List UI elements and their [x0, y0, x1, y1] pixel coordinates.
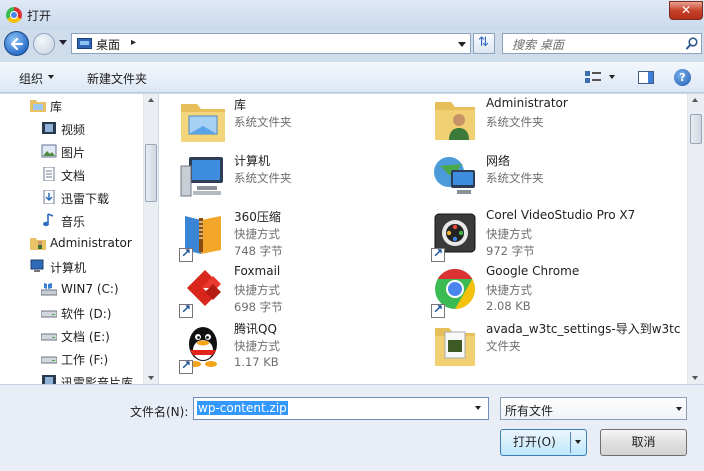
nav-scroll-thumb[interactable] [145, 144, 157, 202]
preview-pane-icon[interactable] [638, 71, 654, 84]
view-options-icon[interactable] [585, 71, 601, 84]
new-folder-button[interactable]: 新建文件夹 [87, 70, 147, 87]
file-item-google-chrome[interactable]: Google Chrome 快捷方式 2.08 KB [431, 262, 687, 318]
cancel-button[interactable]: 取消 [600, 429, 687, 456]
file-list: 库 系统文件夹 Administrator 系统文件夹 计算机 系统文件夹 网络… [159, 94, 687, 384]
shortcut-arrow-icon [431, 246, 445, 262]
desktop-icon [77, 38, 92, 49]
drive-icon [41, 333, 57, 341]
organize-button[interactable]: 组织 [19, 70, 43, 87]
network-icon [434, 157, 475, 194]
drive-icon [41, 310, 57, 318]
nav-scrollbar[interactable] [143, 94, 158, 384]
filetype-select[interactable]: 所有文件 [500, 397, 687, 420]
breadcrumb-chevron-icon[interactable]: ▸ [131, 37, 136, 48]
chrome-icon [6, 7, 22, 23]
system-drive-icon [41, 283, 57, 296]
open-button[interactable]: 打开(O) [500, 429, 587, 456]
view-dropdown-icon[interactable] [609, 75, 615, 79]
search-placeholder: 搜索 桌面 [512, 38, 564, 52]
file-item-avada-w3tc-settings[interactable]: avada_w3tc_settings-导入到w3tc 文件夹 [431, 318, 687, 374]
search-icon[interactable] [686, 37, 698, 50]
filename-dropdown-icon[interactable] [475, 406, 481, 410]
user-folder-icon [30, 238, 46, 250]
file-list-scroll-thumb[interactable] [690, 114, 702, 144]
user-folder-icon [435, 102, 475, 140]
library-folder-icon [30, 100, 46, 112]
refresh-icon: ⇅ [478, 35, 489, 50]
address-location[interactable]: 桌面 [96, 36, 120, 53]
command-bar: 组织 新建文件夹 ? [0, 62, 704, 93]
file-item-corel-videostudio[interactable]: Corel VideoStudio Pro X7 快捷方式 972 字节 [431, 206, 687, 262]
open-split-divider [570, 432, 571, 453]
file-list-scrollbar[interactable] [687, 94, 704, 384]
scroll-down-icon[interactable] [148, 376, 154, 380]
file-item-library[interactable]: 库 系统文件夹 [179, 94, 439, 150]
computer-icon [180, 157, 223, 197]
search-input[interactable]: 搜索 桌面 [502, 33, 702, 54]
refresh-button[interactable]: ⇅ [473, 33, 495, 54]
shortcut-arrow-icon [179, 358, 193, 374]
file-item-tencent-qq[interactable]: 腾讯QQ 快捷方式 1.17 KB [179, 318, 439, 374]
library-folder-icon [181, 104, 225, 142]
music-library-icon [43, 213, 54, 227]
filetype-dropdown-icon[interactable] [676, 407, 682, 411]
forward-button[interactable] [33, 33, 55, 55]
shortcut-arrow-icon [179, 246, 193, 262]
file-item-administrator[interactable]: Administrator 系统文件夹 [431, 94, 687, 150]
scroll-up-icon[interactable] [692, 98, 698, 102]
file-item-network[interactable]: 网络 系统文件夹 [431, 150, 687, 206]
filetype-value: 所有文件 [505, 404, 554, 418]
address-bar[interactable]: 桌面 ▸ [71, 33, 471, 54]
close-button[interactable]: ✕ [669, 1, 703, 20]
shortcut-arrow-icon [179, 302, 193, 318]
address-dropdown-icon[interactable] [458, 42, 466, 47]
file-item-360zip[interactable]: 360压缩 快捷方式 748 字节 [179, 206, 439, 262]
open-dropdown-icon[interactable] [575, 440, 581, 444]
file-item-foxmail[interactable]: Foxmail 快捷方式 698 字节 [179, 262, 439, 318]
window-title: 打开 [27, 9, 52, 23]
folder-icon [435, 328, 475, 366]
shortcut-arrow-icon [431, 302, 445, 318]
navigation-pane: 库 视频 图片 文档 迅雷下载 音乐 Administrator 计算机 WIN… [0, 94, 158, 384]
back-button[interactable] [4, 31, 29, 56]
history-dropdown-icon[interactable] [59, 40, 67, 45]
computer-icon [30, 259, 44, 272]
back-arrow-icon [10, 37, 24, 51]
organize-dropdown-icon[interactable] [48, 75, 54, 79]
filename-label: 文件名(N): [130, 405, 189, 419]
video-library-icon [42, 122, 56, 134]
video-folder-icon [42, 375, 56, 384]
filename-value[interactable]: wp-content.zip [197, 401, 288, 415]
title-bar: 打开 ✕ [0, 0, 704, 30]
filename-input[interactable]: wp-content.zip [193, 397, 489, 420]
dialog-footer: 文件名(N): wp-content.zip 所有文件 打开(O) 取消 [0, 384, 704, 471]
open-button-label: 打开(O) [513, 435, 556, 449]
help-button[interactable]: ? [674, 69, 691, 86]
download-folder-icon [43, 190, 55, 204]
scroll-up-icon[interactable] [148, 98, 154, 102]
drive-icon [41, 356, 57, 364]
document-library-icon [43, 167, 55, 181]
picture-library-icon [41, 144, 57, 158]
file-item-computer[interactable]: 计算机 系统文件夹 [179, 150, 439, 206]
scroll-down-icon[interactable] [692, 376, 698, 380]
